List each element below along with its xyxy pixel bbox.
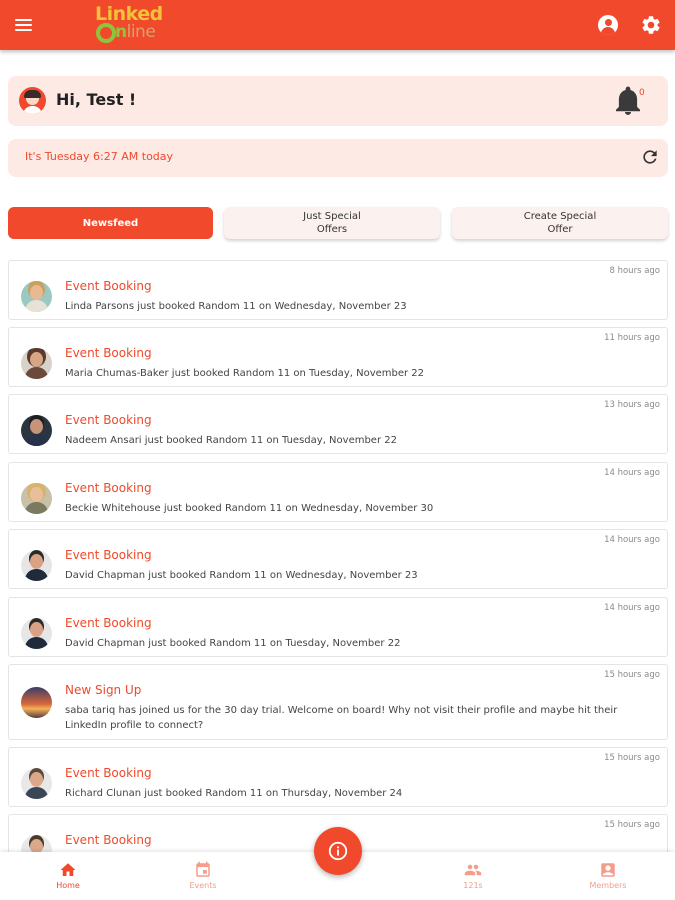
- notification-count: 0: [639, 88, 645, 98]
- member-badge-icon: [601, 863, 615, 877]
- feed-item[interactable]: Event Booking Richard Clunan just booked…: [8, 747, 668, 807]
- info-fab-button[interactable]: [314, 827, 362, 875]
- avatar: [21, 550, 52, 581]
- feed-item-time: 14 hours ago: [604, 468, 660, 478]
- feed-item-description: Nadeem Ansari just booked Random 11 on T…: [65, 435, 397, 446]
- feed-item-title: New Sign Up: [65, 683, 142, 697]
- home-icon: [60, 863, 76, 876]
- refresh-icon[interactable]: [640, 147, 660, 167]
- feed-item-title: Event Booking: [65, 481, 152, 495]
- feed-item[interactable]: Event Booking Maria Chumas-Baker just bo…: [8, 327, 668, 387]
- feed-item-time: 14 hours ago: [604, 603, 660, 613]
- avatar: [21, 415, 52, 446]
- feed-item[interactable]: Event Booking David Chapman just booked …: [8, 529, 668, 589]
- feed-item[interactable]: New Sign Up saba tariq has joined us for…: [8, 664, 668, 740]
- feed-item-title: Event Booking: [65, 279, 152, 293]
- feed-item-time: 11 hours ago: [604, 333, 660, 343]
- logo-text-bottom: nline: [115, 22, 156, 42]
- avatar: [21, 483, 52, 514]
- bell-icon[interactable]: [615, 86, 641, 116]
- nav-label: Home: [56, 881, 80, 890]
- people-icon: [464, 864, 482, 876]
- nav-label: Members: [589, 881, 627, 890]
- date-text: It's Tuesday 6:27 AM today: [25, 150, 174, 163]
- tab-just-special-offers[interactable]: Just Special Offers: [224, 207, 440, 239]
- feed-item-description: David Chapman just booked Random 11 on W…: [65, 570, 418, 581]
- feed-item-time: 15 hours ago: [604, 753, 660, 763]
- feed-item-description: Maria Chumas-Baker just booked Random 11…: [65, 368, 425, 379]
- feed-item-description: Linda Parsons just booked Random 11 on W…: [65, 301, 407, 312]
- avatar: [21, 281, 52, 312]
- feed-item[interactable]: Event Booking Beckie Whitehouse just boo…: [8, 462, 668, 522]
- app-bar: Linked nline: [0, 0, 675, 50]
- nav-events[interactable]: Events: [158, 852, 248, 900]
- feed-item-description: David Chapman just booked Random 11 on T…: [65, 638, 401, 649]
- info-icon: [328, 841, 348, 861]
- calendar-icon: [196, 861, 210, 877]
- feed-item-description: saba tariq has joined us for the 30 day …: [65, 705, 618, 731]
- feed-item-description: Richard Clunan just booked Random 11 on …: [65, 788, 403, 799]
- gear-icon[interactable]: [640, 14, 662, 36]
- nav-home[interactable]: Home: [23, 852, 113, 900]
- feed-item-title: Event Booking: [65, 833, 152, 847]
- avatar: [21, 348, 52, 379]
- app-logo[interactable]: Linked nline: [93, 3, 173, 47]
- nav-members[interactable]: Members: [563, 852, 653, 900]
- tab-create-special-offer[interactable]: Create Special Offer: [452, 207, 668, 239]
- greeting-card: Hi, Test !: [8, 76, 668, 126]
- avatar: [21, 687, 52, 718]
- nav-label: 121s: [463, 881, 483, 890]
- feed-item-title: Event Booking: [65, 413, 152, 427]
- nav-label: Events: [189, 881, 217, 890]
- menu-icon[interactable]: [10, 11, 40, 39]
- feed-item-title: Event Booking: [65, 346, 152, 360]
- feed-item-description: Beckie Whitehouse just booked Random 11 …: [65, 503, 434, 514]
- feed-item[interactable]: Event Booking Nadeem Ansari just booked …: [8, 394, 668, 454]
- feed-item-time: 13 hours ago: [604, 400, 660, 410]
- greeting-text: Hi, Test !: [56, 90, 137, 109]
- feed-item-time: 15 hours ago: [604, 820, 660, 830]
- feed-item-time: 15 hours ago: [604, 670, 660, 680]
- feed-item-title: Event Booking: [65, 548, 152, 562]
- date-bar: It's Tuesday 6:27 AM today: [8, 139, 668, 177]
- feed-item[interactable]: Event Booking David Chapman just booked …: [8, 597, 668, 657]
- feed-item-title: Event Booking: [65, 616, 152, 630]
- feed-item-title: Event Booking: [65, 766, 152, 780]
- user-avatar[interactable]: [19, 87, 46, 114]
- logo-ring: [96, 23, 116, 43]
- tab-newsfeed[interactable]: Newsfeed: [8, 207, 213, 239]
- avatar: [21, 768, 52, 799]
- feed-item[interactable]: Event Booking Linda Parsons just booked …: [8, 260, 668, 320]
- avatar: [21, 618, 52, 649]
- account-circle-icon[interactable]: [598, 15, 618, 35]
- feed-item-time: 14 hours ago: [604, 535, 660, 545]
- nav-121s[interactable]: 121s: [428, 852, 518, 900]
- feed-item-time: 8 hours ago: [609, 266, 660, 276]
